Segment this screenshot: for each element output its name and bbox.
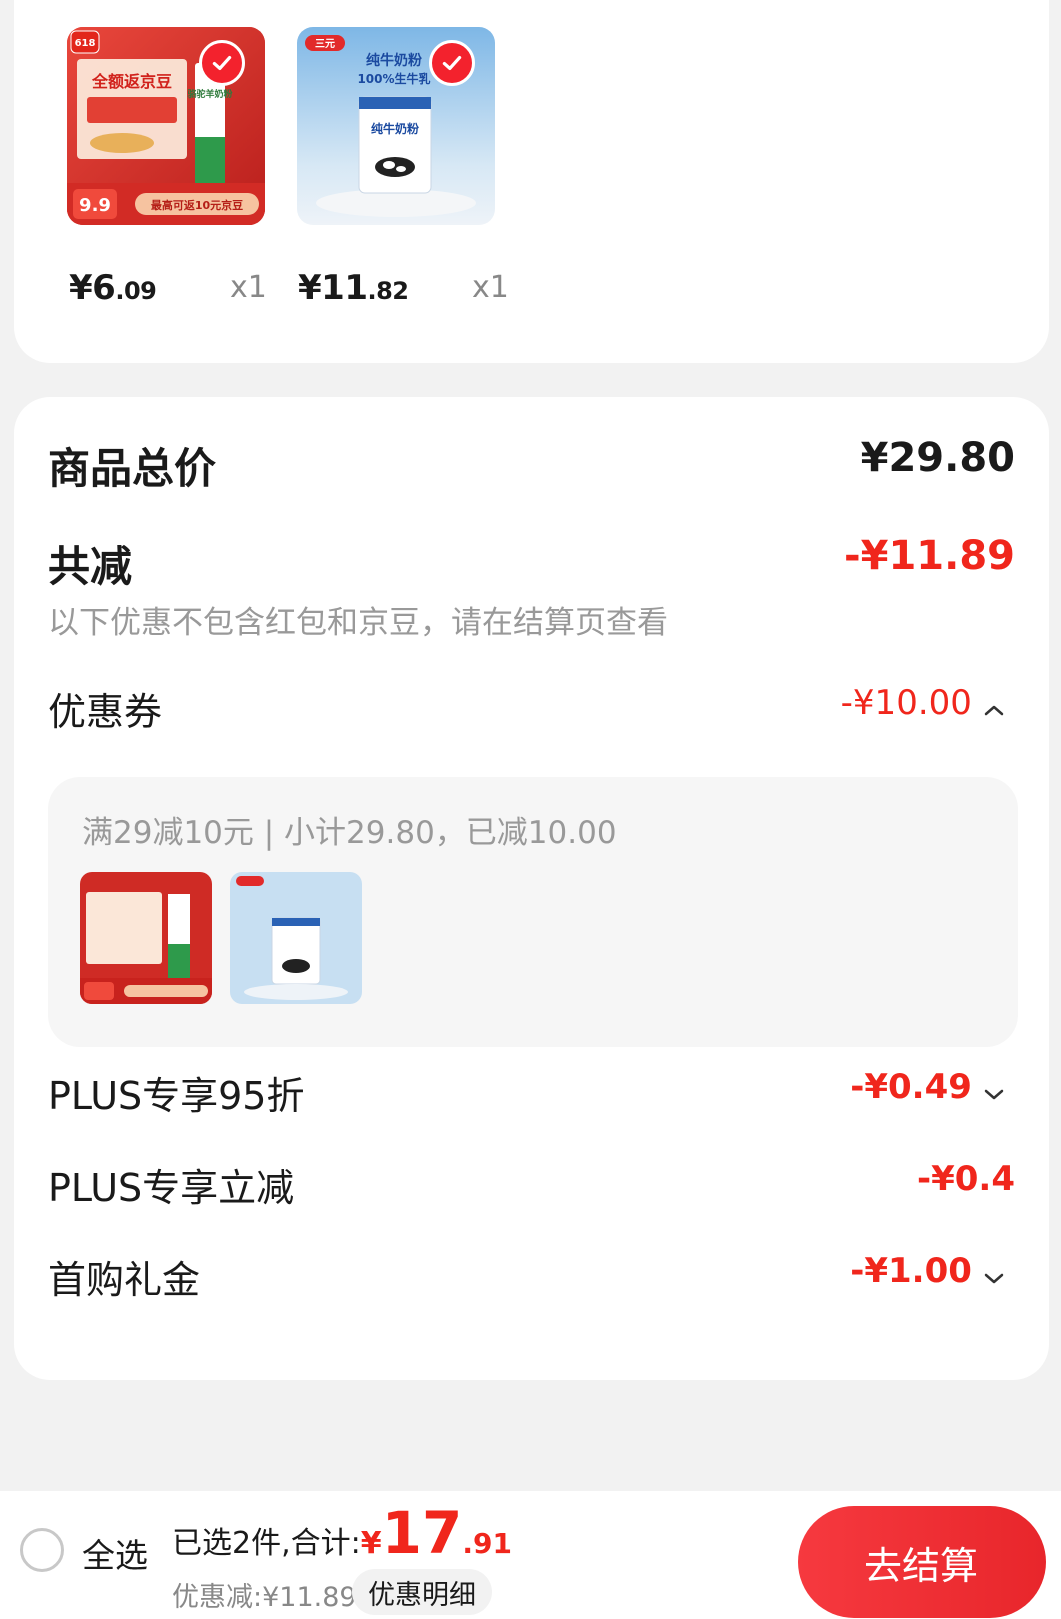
select-all-label[interactable]: 全选 (82, 1529, 148, 1577)
plus-discount-row-toggle[interactable]: -¥0.49 (850, 1067, 1005, 1107)
first-buy-label: 首购礼金 (48, 1258, 201, 1302)
coupon-detail-box: 满29减10元 | 小计29.80，已减10.00 (48, 777, 1018, 1047)
plus-cut-label: PLUS专享立减 (48, 1166, 295, 1210)
price-summary-card: 商品总价 ¥29.80 共减 -¥11.89 以下优惠不包含红包和京豆，请在结算… (14, 397, 1049, 1380)
item2-price: ¥11.82 (298, 268, 409, 308)
coupon-label: 优惠券 (48, 690, 163, 734)
selected-count-text: 已选2件,合计: (172, 1526, 361, 1561)
plus-discount-value: -¥0.49 (850, 1067, 972, 1107)
first-buy-row-toggle[interactable]: -¥1.00 (850, 1251, 1005, 1291)
item1-price: ¥6.09 (69, 268, 157, 308)
selected-total: 已选2件,合计:¥17.91 (172, 1499, 512, 1567)
item1-product: 骆驼羊奶粉 (187, 88, 232, 100)
discount-detail-button[interactable]: 优惠明细 (352, 1569, 492, 1615)
item2-pack-name: 纯牛奶粉 (371, 121, 419, 136)
item1-quantity: x1 (230, 270, 267, 305)
first-buy-value: -¥1.00 (850, 1251, 972, 1291)
total-price-label: 商品总价 (48, 444, 217, 493)
discount-note: 以下优惠不包含红包和京豆，请在结算页查看 (48, 605, 668, 641)
chevron-up-icon (984, 705, 1004, 715)
coupon-value: -¥10.00 (840, 683, 972, 723)
plus-cut-value: -¥0.4 (917, 1159, 1015, 1199)
checkout-bar: 全选 已选2件,合计:¥17.91 优惠减:¥11.89 优惠明细 去结算 (0, 1491, 1061, 1619)
total-discount-value: -¥11.89 (844, 533, 1015, 579)
item2-brand: 三元 (315, 38, 335, 50)
item1-tag: 最高可返10元京豆 (151, 198, 243, 212)
coupon-row-toggle[interactable]: -¥10.00 (841, 683, 1005, 723)
item2-selected-check-icon[interactable] (429, 40, 475, 86)
chevron-down-icon (984, 1089, 1004, 1099)
plus-discount-label: PLUS专享95折 (48, 1074, 305, 1118)
item1-banner: 全额返京豆 (91, 72, 172, 91)
total-price-value: ¥29.80 (860, 435, 1015, 481)
item2-quantity: x1 (472, 270, 509, 305)
total-discount-label: 共减 (48, 542, 133, 591)
coupon-product-thumb-2 (230, 872, 362, 1004)
chevron-down-icon (984, 1273, 1004, 1283)
item2-subline: 100%生牛乳 (357, 71, 430, 86)
coupon-product-thumb-1 (80, 872, 212, 1004)
item1-deal-price: 9.9 (79, 195, 111, 216)
item1-selected-check-icon[interactable] (199, 40, 245, 86)
item2-headline: 纯牛奶粉 (366, 52, 422, 69)
item1-badge: 618 (75, 38, 96, 49)
coupon-detail-text: 满29减10元 | 小计29.80，已减10.00 (82, 815, 617, 851)
cart-items-card: 618 全额返京豆 骆驼羊奶粉 9.9 最高可返10元京豆 ¥6.09 x1 三… (14, 0, 1049, 363)
discount-summary: 优惠减:¥11.89 (172, 1582, 357, 1613)
select-all-radio-icon[interactable] (20, 1528, 64, 1572)
checkout-button[interactable]: 去结算 (798, 1506, 1046, 1618)
